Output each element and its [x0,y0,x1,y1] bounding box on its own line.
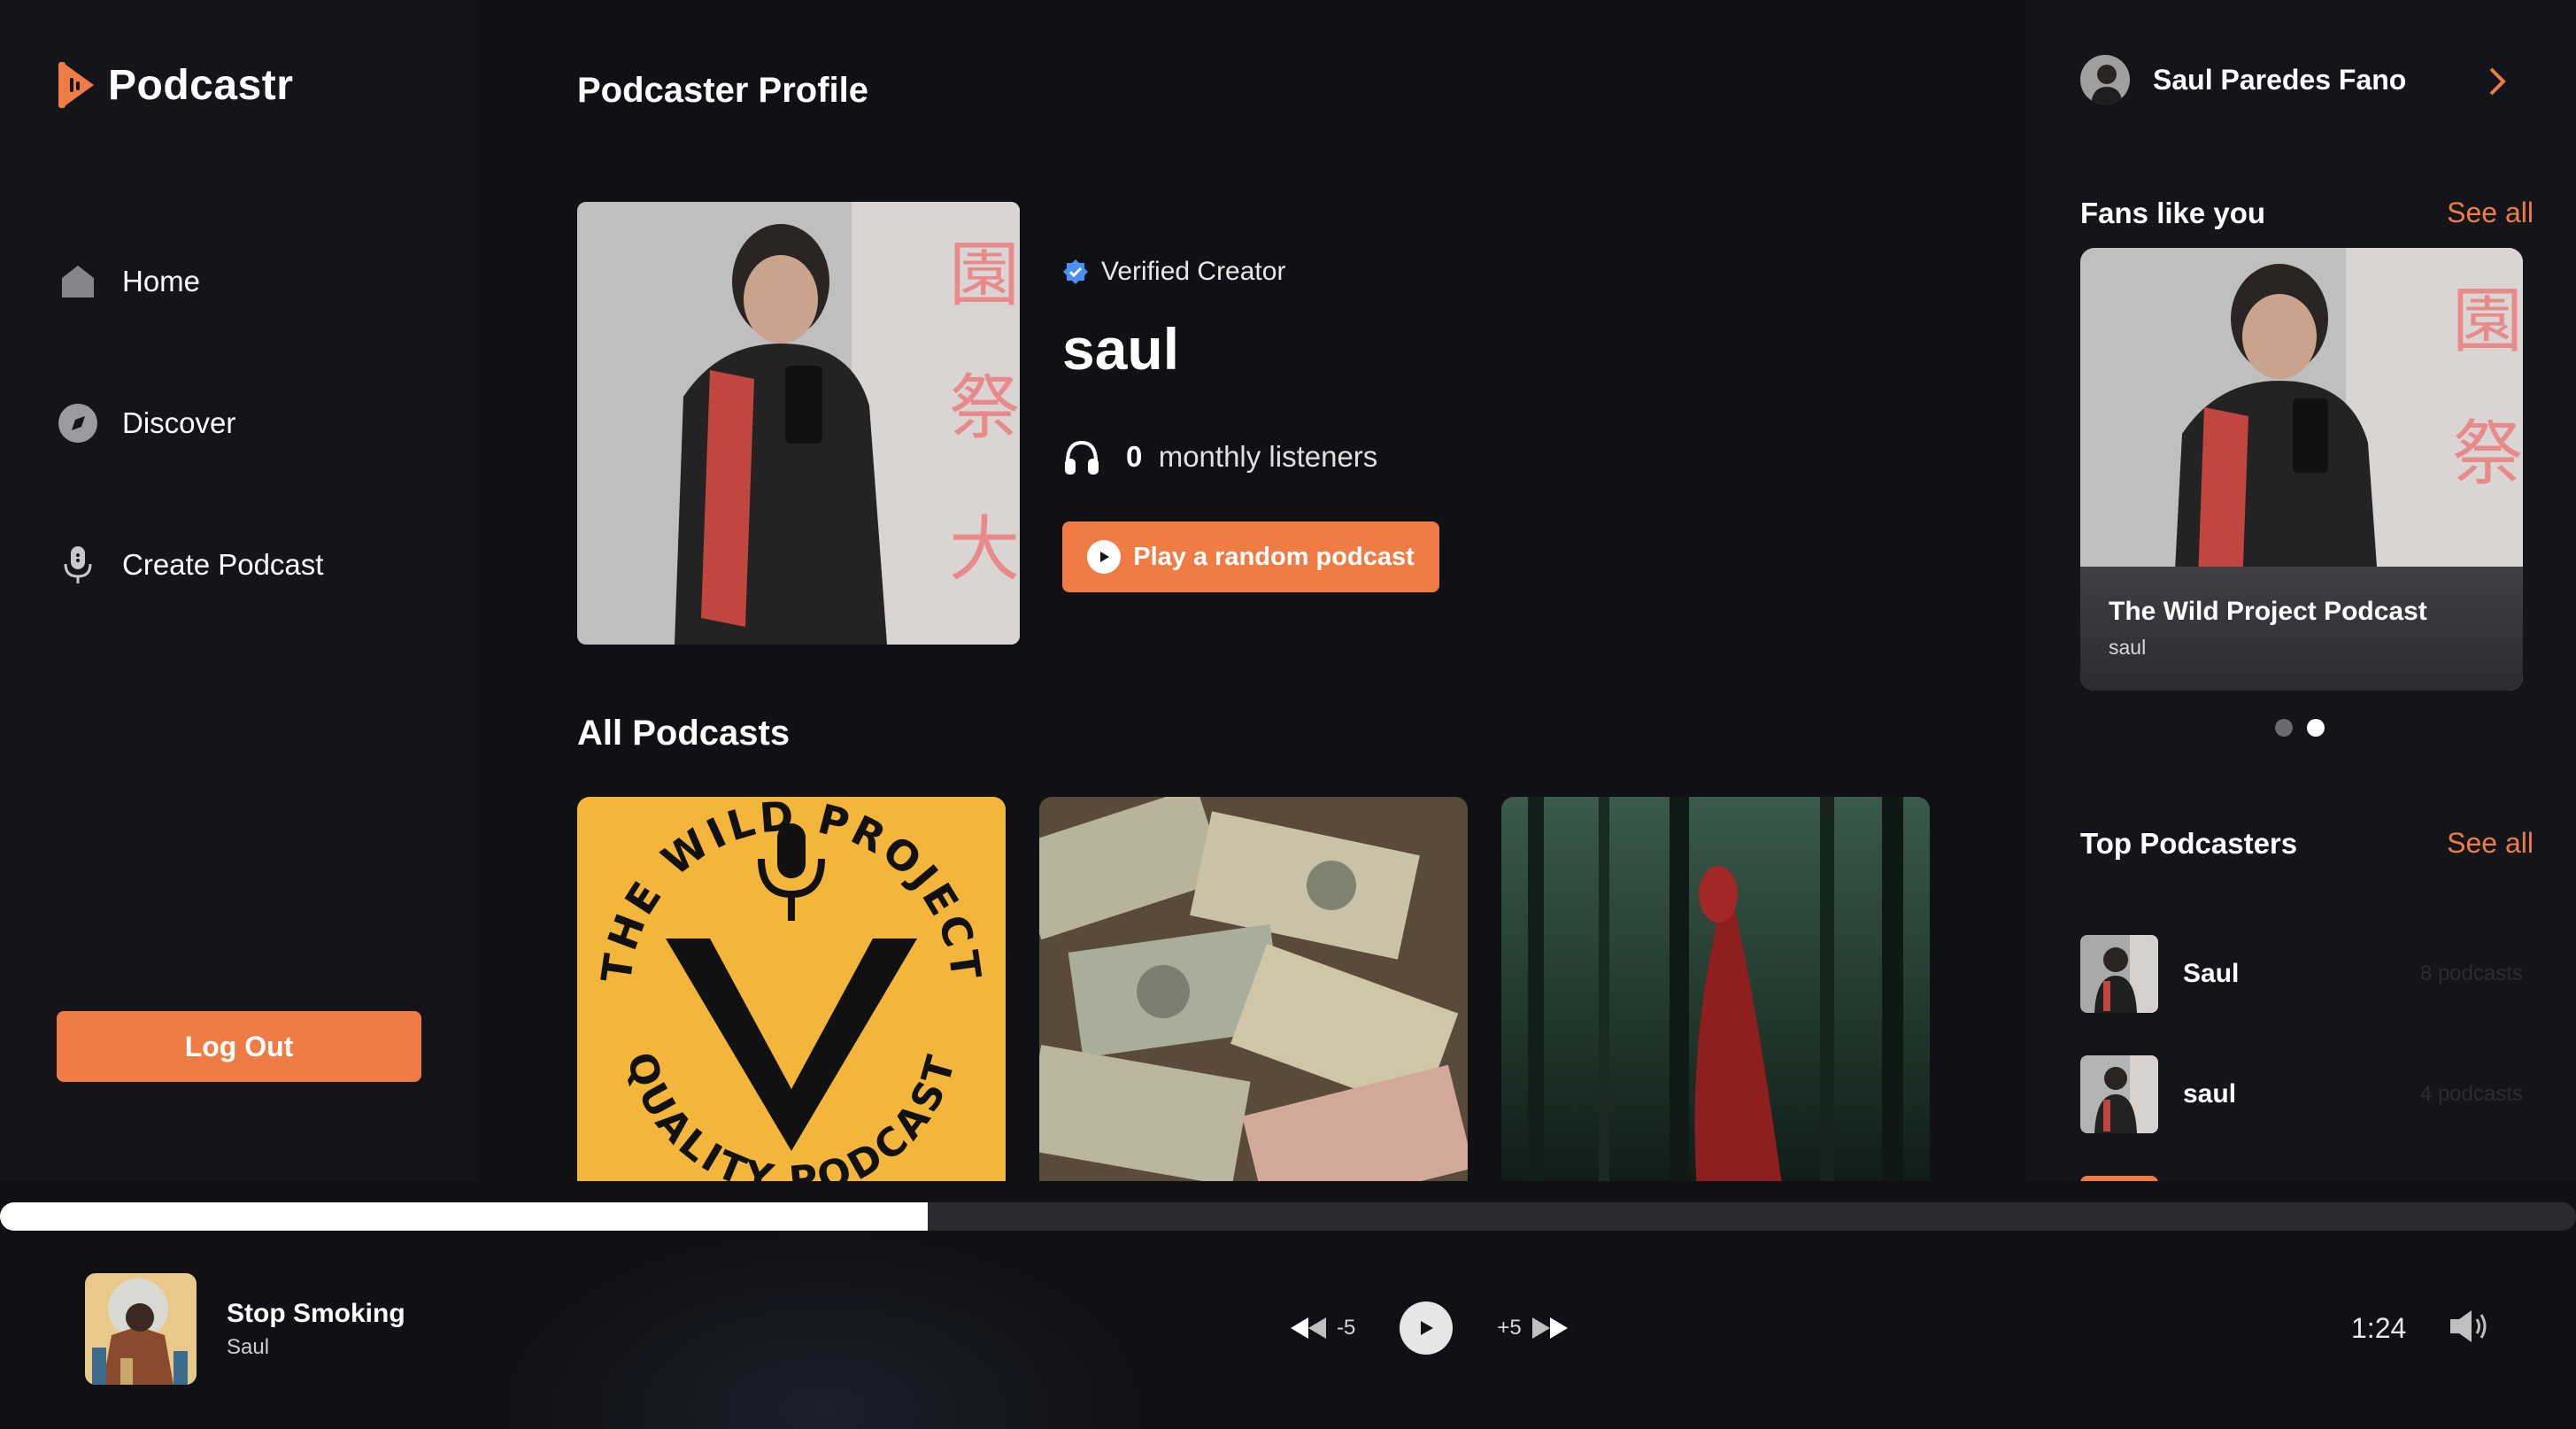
playback-controls: -5 +5 [1289,1302,1570,1355]
forest-cover [1501,797,1930,1204]
headphones-icon [1065,440,1099,475]
fans-see-all-link[interactable]: See all [2447,197,2534,229]
top-podcaster-row[interactable]: Saul 8 podcasts [2080,935,2523,1013]
top-podcaster-name: saul [2183,1079,2237,1108]
svg-text:大: 大 [949,508,1020,591]
play-icon [1421,1321,1434,1335]
right-sidebar: Saul Paredes Fano Fans like you See all … [2025,0,2576,1181]
verified-label: Verified Creator [1101,257,1286,286]
left-sidebar: Podcastr Home Discover Create Podcast Lo… [0,0,478,1181]
fan-card-title: The Wild Project Podcast [2109,597,2427,626]
top-podcaster-row[interactable]: saul 4 podcasts [2080,1055,2523,1133]
money-cover [1039,797,1468,1204]
progress-fill [0,1202,928,1231]
fans-heading: Fans like you [2080,197,2266,229]
rewind-button[interactable]: -5 [1289,1316,1355,1340]
now-playing-title: Stop Smoking [227,1299,405,1328]
top-podcaster-avatar [2080,1055,2158,1133]
carousel-dot-active[interactable] [2307,719,2325,737]
svg-text:園: 園 [2452,280,2523,362]
page-title: Podcaster Profile [577,71,869,110]
svg-text:祭: 祭 [949,367,1020,449]
discover-icon [57,402,99,444]
nav-discover[interactable]: Discover [57,402,235,444]
wild-project-cover: THE WILD PROJECT QUALITY PODCAST [577,797,1006,1204]
app-name: Podcastr [108,61,294,109]
microphone-icon [57,544,99,586]
playback-time: 1:24 [2351,1312,2407,1344]
rewind-label: -5 [1337,1316,1356,1340]
avatar [2080,55,2130,104]
verified-check-icon [1063,259,1088,284]
main-content: Podcaster Profile 園 祭 大 Verified Creator [478,0,2025,1204]
forward-label: +5 [1497,1316,1522,1340]
all-podcasts-title: All Podcasts [577,714,791,753]
fan-card[interactable]: 園 祭 The Wild Project Podcast saul [2080,248,2523,691]
nav-home-label: Home [122,265,201,297]
nav-create-podcast[interactable]: Create Podcast [57,544,323,586]
nav-home[interactable]: Home [57,260,200,303]
app-root: Podcastr Home Discover Create Podcast Lo… [0,0,2576,1429]
logo-icon [58,62,94,108]
top-podcaster-count: 4 podcasts [2419,1082,2523,1106]
rewind-icon [1291,1317,1326,1339]
play-random-button[interactable]: Play a random podcast [1062,521,1439,592]
verified-badge: Verified Creator [1062,257,1285,287]
listeners-stat: 0 monthly listeners [1062,437,1377,476]
chevron-right-icon[interactable] [2486,66,2509,97]
home-icon [57,260,99,303]
current-user[interactable]: Saul Paredes Fano [2080,55,2406,104]
fan-card-info: The Wild Project Podcast saul [2080,567,2523,691]
svg-text:祭: 祭 [2452,413,2523,495]
listeners-count: 0 [1126,440,1143,473]
top-podcasters-heading: Top Podcasters [2080,827,2298,860]
logo[interactable]: Podcastr [57,58,293,112]
play-pause-button[interactable] [1400,1302,1454,1355]
top-podcasters-see-all-link[interactable]: See all [2447,827,2534,860]
svg-text:園: 園 [949,234,1020,316]
listeners-label: monthly listeners [1158,440,1378,473]
fan-card-author: saul [2109,636,2147,659]
podcast-card[interactable] [1501,797,1930,1204]
nav-create-podcast-label: Create Podcast [122,548,324,581]
play-icon [1087,540,1122,574]
logout-button[interactable]: Log Out [57,1011,421,1082]
carousel-dot[interactable] [2275,719,2293,737]
podcast-card[interactable] [1039,797,1468,1204]
user-name: Saul Paredes Fano [2153,63,2407,96]
top-podcaster-avatar [2080,935,2158,1013]
now-playing-cover [85,1273,197,1385]
nav-discover-label: Discover [122,406,236,439]
forward-button[interactable]: +5 [1497,1316,1569,1340]
play-random-label: Play a random podcast [1133,542,1415,571]
profile-name: saul [1062,316,1180,382]
profile-photo: 園 祭 大 [577,202,1020,645]
carousel-dots [2275,719,2325,737]
progress-bar[interactable] [0,1202,2576,1231]
now-playing-author: Saul [227,1335,270,1359]
podcast-card[interactable]: THE WILD PROJECT QUALITY PODCAST [577,797,1006,1204]
fast-forward-icon [1531,1317,1568,1339]
top-podcaster-count: 8 podcasts [2419,962,2523,985]
audio-player: Stop Smoking Saul -5 +5 1:24 [0,1181,2576,1429]
top-podcaster-name: Saul [2183,959,2240,988]
volume-icon[interactable] [2449,1309,2489,1344]
